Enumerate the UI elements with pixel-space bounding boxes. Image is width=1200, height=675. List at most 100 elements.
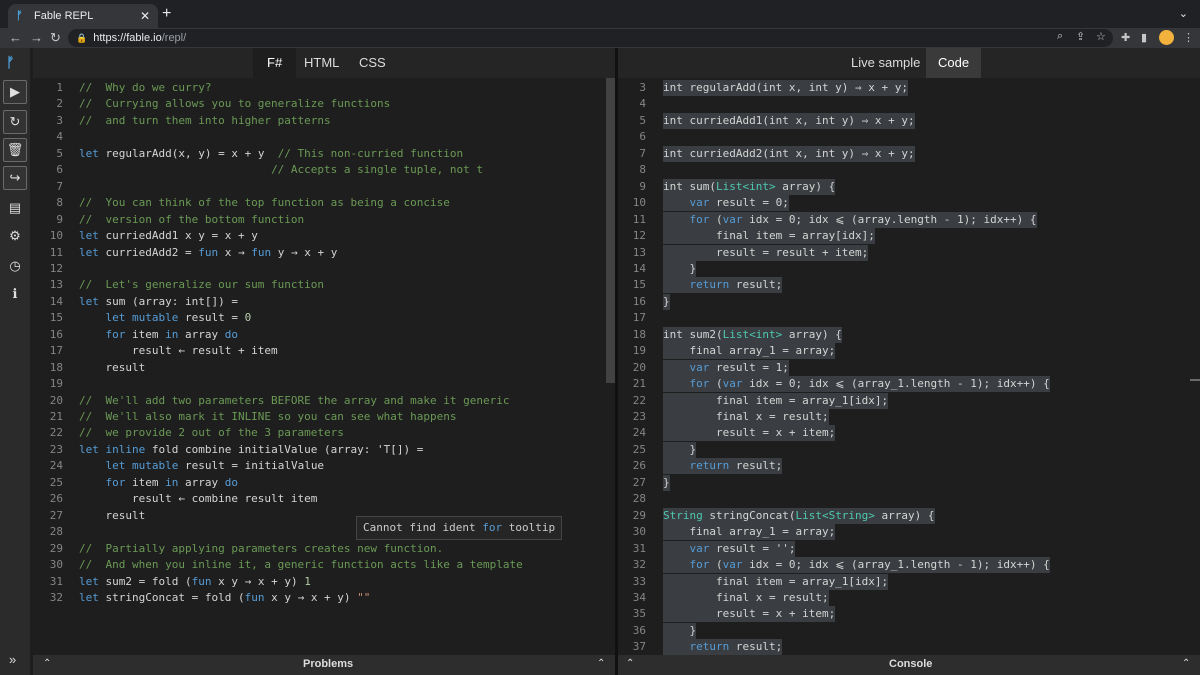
code-token: in — [165, 475, 185, 489]
book-icon[interactable]: ▤ — [3, 196, 27, 220]
share-page-icon[interactable]: ⇪ — [1076, 30, 1085, 43]
line-number: 22 — [632, 393, 646, 407]
line-number: 8 — [56, 196, 63, 210]
code-line: 6 — [618, 129, 1200, 145]
line-number: 16 — [49, 327, 63, 341]
gear-icon[interactable]: ⚙ — [3, 224, 27, 248]
forward-icon[interactable]: → — [30, 30, 43, 46]
code-line: 26 result ← combine result item — [33, 491, 615, 507]
browser-menu-icon[interactable]: ⋮ — [1183, 31, 1194, 44]
tooltip-keyword: for — [482, 521, 503, 534]
code-token: ( — [716, 212, 723, 226]
info-icon[interactable]: ℹ — [3, 282, 27, 306]
line-text: let inline fold combine initialValue (ar… — [79, 442, 423, 458]
extensions-icon[interactable]: ✚ — [1121, 31, 1130, 44]
tab-css[interactable]: CSS — [345, 48, 400, 78]
line-text: var result = 0; — [663, 195, 789, 212]
chevron-up-icon[interactable]: ⌃ — [597, 658, 605, 669]
reload-icon[interactable]: ↻ — [50, 30, 61, 46]
line-number: 11 — [632, 212, 646, 226]
code-line: 11 for (var idx = 0; idx ⩽ (array.length… — [618, 211, 1200, 228]
code-token: fun — [191, 574, 219, 588]
code-token: List<String> — [795, 508, 882, 522]
output-pane: Live sample Code 3 int regularAdd(int x, … — [618, 48, 1200, 655]
line-text: // Currying allows you to generalize fun… — [79, 96, 390, 112]
line-number: 29 — [632, 508, 646, 522]
tab-html[interactable]: HTML — [290, 48, 353, 78]
code-token: result = — [184, 311, 245, 325]
line-text: let curriedAdd1 x y = x + y — [79, 228, 258, 244]
code-token: result = 0; — [716, 196, 789, 210]
code-token: // Accepts a single tuple, not t — [271, 163, 483, 177]
clock-icon[interactable]: ◷ — [3, 254, 27, 278]
trash-icon[interactable]: 🗑 — [3, 138, 27, 162]
expand-sidebar-icon[interactable]: » — [9, 652, 16, 667]
line-text: for item in array do — [79, 327, 239, 343]
bookmark-star-icon[interactable]: ☆ — [1096, 30, 1106, 43]
chevron-up-icon[interactable]: ⌃ — [43, 658, 51, 669]
code-line: 23 final x = result; — [618, 409, 1200, 425]
line-text: int sum(List<int> array) { — [663, 178, 836, 195]
url-omnibox[interactable]: 🔒 https://fable.io/repl/ — [68, 29, 1113, 47]
editor-scrollbar[interactable] — [606, 78, 615, 383]
code-token: final x = result; — [663, 590, 829, 604]
tab-code[interactable]: Code — [926, 48, 982, 78]
back-icon[interactable]: ← — [9, 30, 22, 46]
code-token: array) { — [788, 327, 842, 341]
share-icon[interactable]: ↪ — [3, 166, 27, 190]
chevron-up-icon[interactable]: ⌃ — [626, 658, 634, 669]
code-token: for — [689, 558, 716, 572]
line-number: 11 — [49, 245, 63, 259]
tab-search-icon[interactable]: ⌄ — [1179, 7, 1188, 20]
code-token: // version of the bottom function — [79, 212, 305, 226]
code-token: } — [663, 442, 697, 456]
code-token: result = 1; — [716, 360, 789, 374]
line-number: 34 — [632, 590, 646, 604]
tab-live-sample[interactable]: Live sample — [839, 48, 932, 78]
code-token: result = x + item; — [663, 607, 836, 621]
code-line: 9 // version of the bottom function — [33, 212, 615, 228]
code-token: result = initialValue — [184, 459, 325, 473]
line-text: let mutable result = 0 — [79, 310, 252, 326]
zoom-icon[interactable]: ⌕ — [1057, 30, 1063, 43]
line-number: 27 — [632, 475, 646, 489]
line-text: } — [663, 260, 697, 277]
refresh-icon[interactable]: ↻ — [3, 110, 27, 134]
problems-panel-bar[interactable]: ⌃ Problems ⌃ — [33, 655, 615, 675]
code-token: curriedAdd2 = — [105, 245, 199, 259]
browser-tab[interactable]: ᚠ Fable REPL ✕ — [8, 4, 158, 28]
line-text: // We'll also mark it INLINE so you can … — [79, 409, 457, 425]
console-panel-bar[interactable]: ⌃ Console ⌃ — [618, 655, 1200, 675]
line-number: 8 — [639, 163, 646, 177]
line-text: // and turn them into higher patterns — [79, 113, 331, 129]
side-panel-icon[interactable]: ▮ — [1141, 31, 1147, 44]
chevron-up-icon[interactable]: ⌃ — [1182, 658, 1190, 669]
line-number: 10 — [49, 229, 63, 243]
line-number: 20 — [632, 360, 646, 374]
code-token: let — [79, 146, 106, 160]
tab-close-icon[interactable]: ✕ — [140, 9, 150, 23]
line-number: 33 — [632, 574, 646, 588]
fsharp-code-editor[interactable]: 1 // Why do we curry? 2 // Currying allows … — [33, 78, 615, 655]
profile-avatar[interactable] — [1159, 30, 1174, 45]
line-number: 3 — [56, 113, 63, 127]
code-line: 29 String stringConcat(List<String> array… — [618, 507, 1200, 524]
line-number: 9 — [639, 179, 646, 193]
new-tab-button[interactable]: + — [162, 6, 171, 22]
code-token: final item = array_1[idx]; — [663, 574, 889, 588]
line-text: } — [663, 622, 697, 639]
lock-icon: 🔒 — [76, 32, 88, 43]
line-text: // Partially applying parameters creates… — [79, 541, 443, 557]
code-token: fun — [251, 245, 278, 259]
play-icon[interactable]: ▶ — [3, 80, 27, 104]
tab-title: Fable REPL — [34, 10, 94, 22]
code-line: 18 result — [33, 360, 615, 376]
code-token: result = ''; — [716, 541, 796, 555]
code-token: result; — [735, 459, 783, 473]
line-number: 31 — [49, 574, 63, 588]
output-scrollbar[interactable] — [1190, 379, 1200, 381]
code-line: 32 for (var idx = 0; idx ⩽ (array_1.leng… — [618, 557, 1200, 574]
code-token: ( — [716, 558, 723, 572]
